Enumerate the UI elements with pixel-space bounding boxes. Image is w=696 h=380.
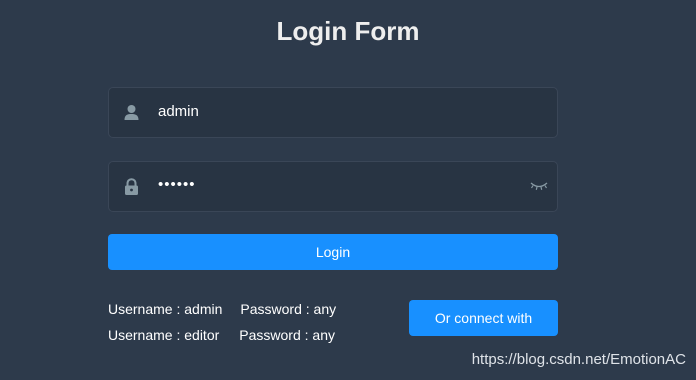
lock-icon [123,178,140,196]
page-title: Login Form [276,16,420,46]
watermark: https://blog.csdn.net/EmotionAC [471,351,686,368]
tip-username-editor: Username : editor [108,327,220,343]
eye-closed-icon[interactable] [529,179,549,193]
username-field[interactable]: admin [108,87,558,138]
username-input[interactable]: admin [158,103,199,120]
connect-with-button[interactable]: Or connect with [409,300,558,336]
password-field[interactable]: •••••• [108,161,558,212]
password-input[interactable]: •••••• [158,176,196,193]
tip-password-editor: Password : any [239,327,335,343]
user-icon [123,104,140,122]
tip-password-admin: Password : any [240,301,337,317]
tip-username-admin: Username : admin [108,301,223,317]
tips-row-editor: Username : editor Password : any [108,327,335,343]
login-button[interactable]: Login [108,234,558,270]
tips-row-admin: Username : admin Password : any [108,301,336,317]
